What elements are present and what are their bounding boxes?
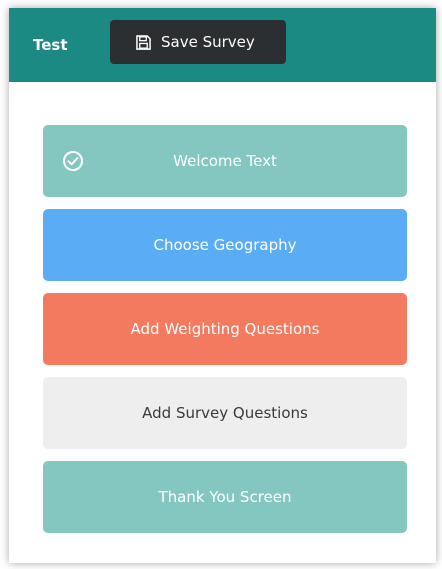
step-add-survey-questions[interactable]: Add Survey Questions (43, 377, 407, 449)
step-label: Welcome Text (173, 152, 277, 170)
header-divider (9, 82, 436, 94)
top-bar: Test Save Survey (9, 8, 436, 82)
step-thank-you-screen[interactable]: Thank You Screen (43, 461, 407, 533)
survey-steps-list: Welcome Text Choose Geography Add Weight… (43, 125, 407, 545)
save-survey-button[interactable]: Save Survey (110, 20, 286, 64)
step-label: Choose Geography (153, 236, 297, 254)
step-welcome-text[interactable]: Welcome Text (43, 125, 407, 197)
survey-builder-window: Test Save Survey Welcome Text Choose Geo… (9, 8, 436, 563)
step-add-weighting-questions[interactable]: Add Weighting Questions (43, 293, 407, 365)
app-title: Test (33, 36, 68, 54)
step-label: Add Survey Questions (142, 404, 308, 422)
step-label: Add Weighting Questions (130, 320, 320, 338)
check-circle-icon (63, 151, 83, 171)
step-label: Thank You Screen (158, 488, 292, 506)
step-choose-geography[interactable]: Choose Geography (43, 209, 407, 281)
floppy-disk-icon (136, 34, 151, 50)
save-survey-label: Save Survey (161, 33, 255, 51)
